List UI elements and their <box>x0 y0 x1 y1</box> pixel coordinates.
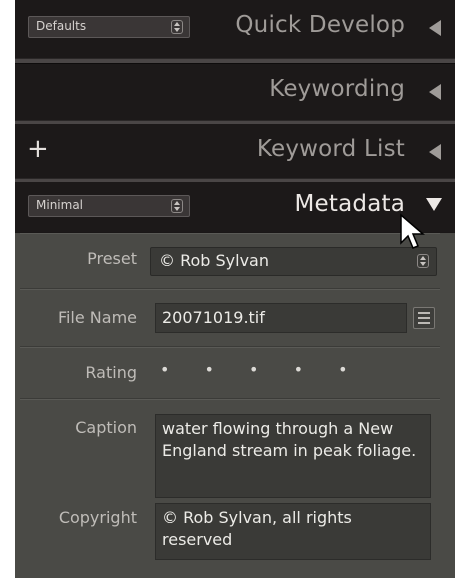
rating-label: Rating <box>85 363 137 382</box>
add-keyword-icon[interactable]: + <box>27 134 49 164</box>
keywording-title: Keywording <box>269 76 405 102</box>
list-icon[interactable] <box>413 307 435 329</box>
metadata-preset-dropdown[interactable]: © Rob Sylvan <box>150 247 437 276</box>
collapse-triangle-icon[interactable] <box>429 144 441 160</box>
select-arrows-icon <box>171 199 183 213</box>
caption-field[interactable]: water flowing through a New England stre… <box>155 414 431 498</box>
rating-row: Rating • • • • • <box>20 347 440 399</box>
right-panel: Defaults Quick Develop Keywording + Keyw… <box>15 0 455 578</box>
metadata-preset-label: Minimal <box>36 198 84 212</box>
quick-develop-header[interactable]: Defaults Quick Develop <box>15 0 455 58</box>
select-arrows-icon <box>171 20 183 34</box>
collapse-triangle-icon[interactable] <box>429 20 441 36</box>
quick-develop-preset-label: Defaults <box>36 19 87 33</box>
mouse-pointer-icon <box>400 213 426 249</box>
metadata-preset-value: © Rob Sylvan <box>159 251 269 270</box>
metadata-preset-select[interactable]: Minimal <box>28 195 190 217</box>
quick-develop-title: Quick Develop <box>235 12 405 38</box>
file-name-field[interactable]: 20071019.tif <box>155 303 407 333</box>
expand-triangle-icon[interactable] <box>426 198 442 211</box>
keywording-header[interactable]: Keywording <box>15 64 455 122</box>
file-name-label: File Name <box>57 308 137 327</box>
caption-label: Caption <box>75 418 137 437</box>
quick-develop-preset-select[interactable]: Defaults <box>28 16 190 38</box>
metadata-header[interactable]: Minimal Metadata <box>15 182 455 232</box>
keyword-list-title: Keyword List <box>256 136 405 162</box>
caption-copyright-group: Caption water flowing through a New Engl… <box>20 399 440 578</box>
copyright-field[interactable]: © Rob Sylvan, all rights reserved <box>155 503 431 560</box>
metadata-title: Metadata <box>294 191 405 217</box>
select-arrows-icon <box>417 254 429 268</box>
collapse-triangle-icon[interactable] <box>429 84 441 100</box>
preset-label: Preset <box>87 249 137 268</box>
file-name-row: File Name 20071019.tif <box>20 289 440 347</box>
preset-row: Preset © Rob Sylvan <box>20 233 440 289</box>
metadata-panel-body: Preset © Rob Sylvan File Name 20071019.t… <box>15 233 455 578</box>
rating-stars[interactable]: • • • • • <box>160 360 363 379</box>
keyword-list-header[interactable]: + Keyword List <box>15 124 455 182</box>
copyright-label: Copyright <box>58 508 137 527</box>
